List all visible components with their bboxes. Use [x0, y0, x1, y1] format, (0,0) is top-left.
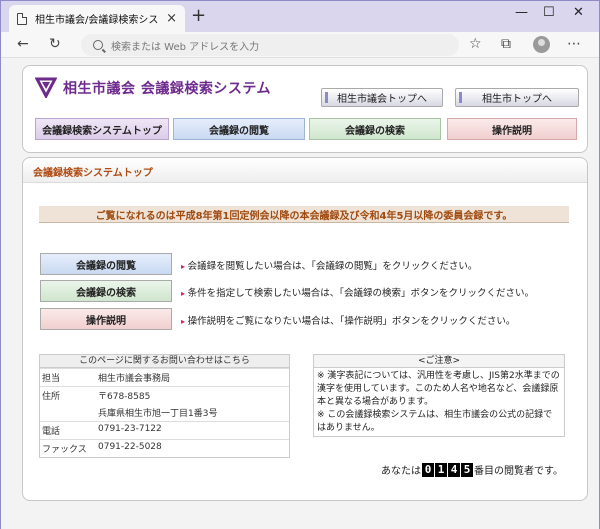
browser-toolbar: ← ↻ 検索または Web アドレスを入力 ☆ ⧉ ⋯ — [1, 32, 599, 58]
refresh-icon[interactable]: ↻ — [49, 36, 61, 52]
tab-title: 相生市議会/会議録検索システム — [35, 15, 159, 26]
contact-key: ファックス — [42, 445, 87, 455]
counter-digit: 1 — [435, 462, 447, 477]
page-content: 相生市議会 会議録検索システム 相生市議会トップへ 相生市トップへ 会議録検索シ… — [1, 59, 599, 529]
main-panel: 会議録検索システムトップ ご覧になれるのは平成8年第1回定例会以降の本会議録及び… — [22, 157, 588, 501]
notice-line-1: ※ 漢字表記については、汎用性を考慮し、JIS第2水準までの漢字を使用しています… — [317, 371, 560, 407]
city-top-link[interactable]: 相生市トップへ — [455, 88, 579, 107]
counter-digit: 5 — [461, 462, 473, 477]
city-emblem-icon — [35, 77, 57, 98]
collections-icon[interactable]: ⧉ — [501, 36, 511, 52]
section-header: 会議録検索システムトップ — [23, 158, 587, 183]
browser-tab[interactable]: 相生市議会/会議録検索システム × — [9, 5, 185, 32]
tab-bar: 相生市議会/会議録検索システム × + — ☐ ✕ — [1, 1, 599, 32]
avatar[interactable] — [533, 36, 550, 53]
search-minutes-desc: 条件を指定して検索したい場合は、「会議録の検索」ボタンをクリックください。 — [181, 285, 534, 299]
window-close-icon[interactable]: ✕ — [573, 5, 584, 20]
table-row: 住所 〒678-8585 — [40, 386, 289, 404]
table-row: ファックス 0791-22-5028 — [40, 439, 289, 457]
site-header: 相生市議会 会議録検索システム 相生市議会トップへ 相生市トップへ 会議録検索シ… — [22, 65, 588, 153]
view-minutes-button[interactable]: 会議録の閲覧 — [40, 253, 172, 275]
maximize-icon[interactable]: ☐ — [543, 5, 555, 20]
search-minutes-button[interactable]: 会議録の検索 — [40, 280, 172, 302]
address-bar[interactable]: 検索または Web アドレスを入力 — [81, 34, 459, 56]
notice-body: ※ 漢字表記については、汎用性を考慮し、JIS第2水準までの漢字を使用しています… — [314, 368, 564, 437]
availability-banner: ご覧になれるのは平成8年第1回定例会以降の本会議録及び令和4年5月以降の委員会録… — [39, 206, 569, 223]
contact-value: 相生市議会事務局 — [98, 374, 171, 384]
contact-value: 0791-23-7122 — [98, 424, 162, 434]
notice-box: <ご注意> ※ 漢字表記については、汎用性を考慮し、JIS第2水準までの漢字を使… — [313, 354, 565, 437]
more-icon[interactable]: ⋯ — [567, 36, 581, 52]
tab-close-icon[interactable]: × — [166, 11, 177, 26]
visitor-counter: あなたは 0 1 4 5 番目の閲覧者です。 — [381, 462, 563, 477]
table-row: 担当 相生市議会事務局 — [40, 368, 289, 386]
browser-window: 相生市議会/会議録検索システム × + — ☐ ✕ ← ↻ 検索または Web … — [0, 0, 600, 529]
contact-key: 電話 — [42, 427, 61, 437]
counter-prefix: あなたは — [381, 466, 421, 477]
council-top-link[interactable]: 相生市議会トップへ — [321, 88, 443, 107]
view-minutes-desc: 会議録を閲覧したい場合は、「会議録の閲覧」をクリックください。 — [181, 258, 478, 272]
section-title: 会議録検索システムトップ — [33, 168, 153, 179]
counter-digit: 4 — [448, 462, 460, 477]
new-tab-icon[interactable]: + — [191, 7, 206, 25]
favorites-icon[interactable]: ☆ — [469, 36, 482, 52]
contact-key: 担当 — [42, 374, 61, 384]
counter-suffix: 番目の閲覧者です。 — [474, 466, 563, 477]
contact-heading: このページに関するお問い合わせはこちら — [40, 355, 289, 368]
nav-view-button[interactable]: 会議録の閲覧 — [173, 118, 305, 140]
contact-key — [40, 404, 96, 421]
nav-search-button[interactable]: 会議録の検索 — [309, 118, 441, 140]
notice-heading: <ご注意> — [314, 355, 564, 368]
contact-key: 住所 — [42, 392, 61, 402]
contact-table: このページに関するお問い合わせはこちら 担当 相生市議会事務局 住所 〒678-… — [39, 354, 290, 458]
counter-digit: 0 — [422, 462, 434, 477]
address-placeholder: 検索または Web アドレスを入力 — [111, 41, 260, 53]
help-button[interactable]: 操作説明 — [40, 308, 172, 330]
nav-help-button[interactable]: 操作説明 — [447, 118, 577, 140]
back-icon[interactable]: ← — [17, 36, 29, 52]
contact-value: 〒678-8585 — [98, 392, 151, 402]
table-row: 電話 0791-23-7122 — [40, 421, 289, 439]
contact-value: 0791-22-5028 — [98, 442, 162, 452]
site-title: 相生市議会 会議録検索システム — [63, 81, 271, 97]
help-desc: 操作説明をご覧になりたい場合は、「操作説明」ボタンをクリックください。 — [181, 313, 516, 327]
page-icon — [17, 12, 27, 25]
contact-value: 兵庫県相生市旭一丁目1番3号 — [98, 409, 218, 419]
notice-line-2: ※ この会議録検索システムは、相生市議会の公式の記録ではありません。 — [317, 410, 553, 433]
minimize-icon[interactable]: — — [515, 5, 528, 20]
table-row: 兵庫県相生市旭一丁目1番3号 — [40, 404, 289, 421]
search-icon — [93, 40, 103, 50]
nav-top-button[interactable]: 会議録検索システムトップ — [35, 118, 169, 140]
